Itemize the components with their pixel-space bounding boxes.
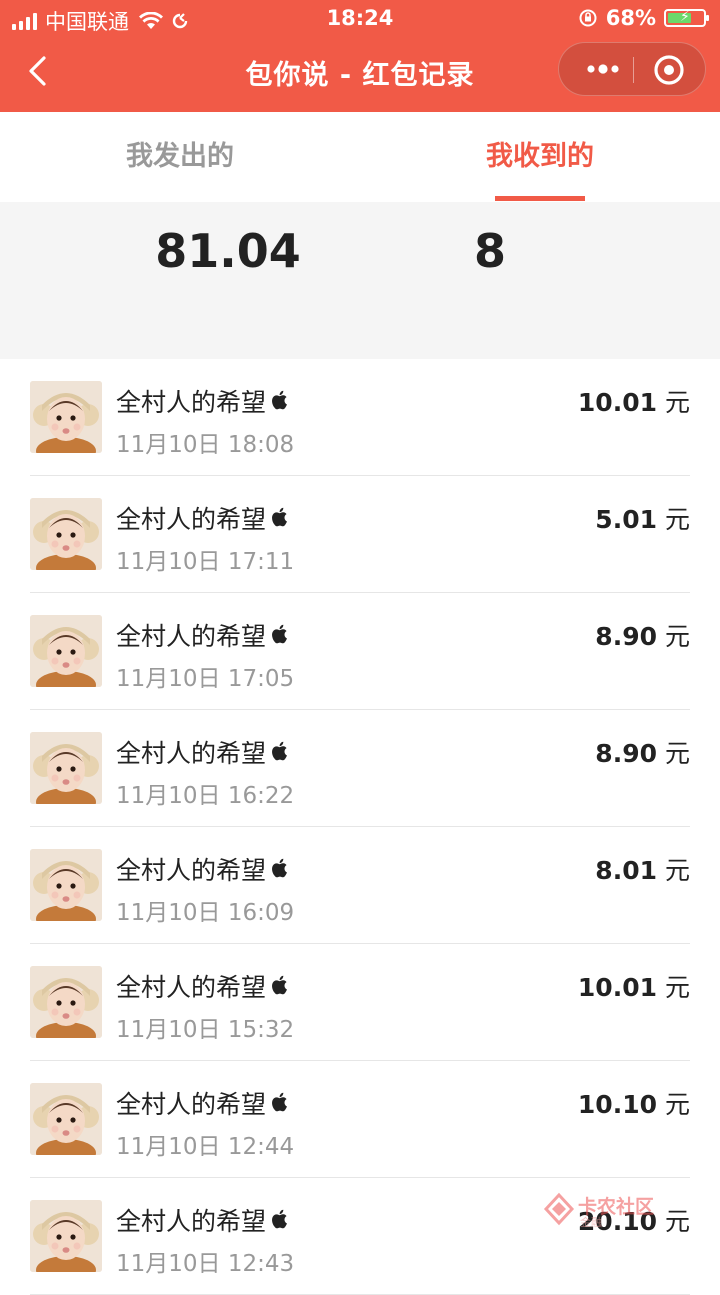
apple-icon [270,741,290,768]
watermark-subtext: 金融 [580,1216,602,1229]
target-circle-icon [654,55,684,85]
more-button[interactable] [577,43,629,95]
apple-icon [270,1209,290,1236]
top-bar: 中国联通 18:24 68% ⚡ 包你说 - 红包记录 [0,0,720,112]
record-time: 11月10日 12:43 [116,1251,295,1277]
rotation-lock-icon [579,9,597,27]
avatar [30,381,102,453]
currency-unit: 元 [664,739,690,768]
record-time: 11月10日 15:32 [116,1017,295,1043]
list-item[interactable]: 全村人的希望 11月10日 17:05 8.90 元 [0,593,720,710]
apple-icon [270,858,290,885]
nav-bar: 包你说 - 红包记录 [0,38,720,112]
tab-bar: 我发出的 我收到的 [0,112,720,202]
list-item[interactable]: 全村人的希望 11月10日 15:32 10.01 元 [0,944,720,1061]
record-amount: 8.90 [595,622,657,651]
watermark-icon [543,1192,575,1226]
avatar [30,498,102,570]
record-time: 11月10日 18:08 [116,432,295,458]
apple-icon [270,507,290,534]
list-item[interactable]: 全村人的希望 11月10日 16:22 8.90 元 [0,710,720,827]
list-item[interactable]: 全村人的希望 11月10日 12:44 10.10 元 [0,1061,720,1178]
list-item[interactable]: 全村人的希望 11月10日 18:08 10.01 元 [0,359,720,476]
sender-name: 全村人的希望 [116,388,267,417]
status-bar: 中国联通 18:24 68% ⚡ [0,0,720,38]
avatar [30,1200,102,1272]
record-amount: 10.10 [577,1090,657,1119]
record-amount: 8.90 [595,739,657,768]
more-dots-icon [587,64,619,74]
watermark-logo: 卡农社区 金融 [542,1192,662,1232]
mini-program-capsule [558,42,706,96]
record-time: 11月10日 17:11 [116,549,295,575]
tab-active-indicator [495,196,585,201]
currency-unit: 元 [664,856,690,885]
list-item[interactable]: 全村人的希望 11月10日 16:09 8.01 元 [0,827,720,944]
battery-percent: 68% [605,6,656,30]
sender-name: 全村人的希望 [116,739,267,768]
record-amount: 8.01 [595,856,657,885]
currency-unit: 元 [664,1090,690,1119]
record-time: 11月10日 12:44 [116,1134,295,1160]
record-list: 全村人的希望 11月10日 18:08 10.01 元 全村人的希望 11月10日… [0,359,720,1295]
record-amount: 5.01 [595,505,657,534]
avatar [30,615,102,687]
avatar [30,849,102,921]
currency-unit: 元 [664,388,690,417]
total-amount: 81.04 [155,224,301,278]
currency-unit: 元 [664,505,690,534]
avatar [30,1083,102,1155]
currency-unit: 元 [664,1207,690,1236]
apple-icon [270,1092,290,1119]
apple-icon [270,975,290,1002]
tab-received[interactable]: 我收到的 [360,112,720,202]
record-time: 11月10日 16:09 [116,900,295,926]
avatar [30,732,102,804]
capsule-divider [633,57,634,83]
currency-unit: 元 [664,622,690,651]
total-count: 8 [473,224,506,278]
record-time: 11月10日 17:05 [116,666,295,692]
close-button[interactable] [651,52,687,88]
apple-icon [270,390,290,417]
record-time: 11月10日 16:22 [116,783,295,809]
list-item[interactable]: 全村人的希望 11月10日 17:11 5.01 元 [0,476,720,593]
avatar [30,966,102,1038]
sender-name: 全村人的希望 [116,973,267,1002]
sender-name: 全村人的希望 [116,505,267,534]
battery-icon: ⚡ [664,9,709,27]
sender-name: 全村人的希望 [116,1090,267,1119]
summary-panel: 81.04 8 [0,202,720,359]
apple-icon [270,624,290,651]
sender-name: 全村人的希望 [116,1207,267,1236]
record-amount: 10.01 [577,973,657,1002]
sender-name: 全村人的希望 [116,622,267,651]
sender-name: 全村人的希望 [116,856,267,885]
tab-sent[interactable]: 我发出的 [0,112,360,202]
record-amount: 10.01 [577,388,657,417]
currency-unit: 元 [664,973,690,1002]
